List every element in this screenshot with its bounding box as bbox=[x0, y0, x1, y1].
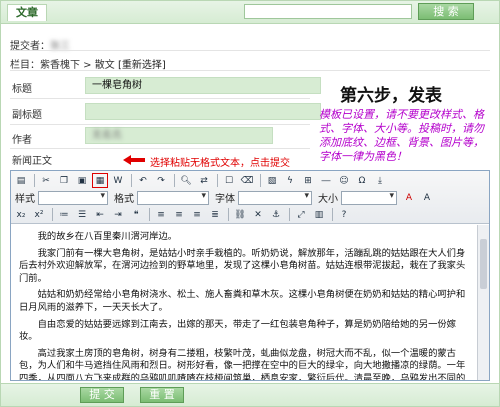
copy-icon[interactable]: ❐ bbox=[56, 173, 72, 188]
indent-icon[interactable]: ⇥ bbox=[110, 207, 126, 222]
body-label: 新闻正文 bbox=[12, 156, 52, 167]
paste-hint: 选择粘贴无格式文本，点击提交 bbox=[150, 158, 290, 169]
find-icon[interactable]: 🔍︎ bbox=[178, 173, 194, 188]
style-label: 样式 bbox=[15, 194, 35, 205]
author-value: 无名氏 bbox=[92, 130, 122, 141]
align-left-icon[interactable]: ≡ bbox=[153, 207, 169, 222]
divider bbox=[10, 148, 310, 149]
cut-icon[interactable]: ✂ bbox=[38, 173, 54, 188]
unlink-icon[interactable]: ✕ bbox=[250, 207, 266, 222]
separator bbox=[34, 174, 35, 187]
tab-article[interactable]: 文章 bbox=[7, 4, 47, 21]
scroll-thumb[interactable] bbox=[480, 239, 487, 289]
paste-word-icon[interactable]: W bbox=[110, 173, 126, 188]
paragraph: 自由恋爱的姑姑要远嫁到江南去，出嫁的那天，带走了一红包装皂角种子，算是奶奶陪给她… bbox=[19, 318, 456, 343]
align-justify-icon[interactable]: ≣ bbox=[207, 207, 223, 222]
style-select[interactable] bbox=[38, 190, 108, 205]
format-label: 格式 bbox=[114, 194, 134, 205]
rich-text-editor: ▤ ✂ ❐ ▣ ▦ W ↶ ↷ 🔍︎ ⇄ ☐ ⌫ ▧ ϟ ⊞ ― ☺ Ω ⤓ 样 bbox=[10, 170, 490, 381]
subtitle-label: 副标题 bbox=[12, 110, 42, 121]
separator bbox=[52, 208, 53, 221]
select-all-icon[interactable]: ☐ bbox=[221, 173, 237, 188]
undo-icon[interactable]: ↶ bbox=[135, 173, 151, 188]
template-note: 模板已设置，请不要更改样式、格式、字体、大小等。投稿时，请勿添加底纹、边框、背景… bbox=[319, 108, 484, 163]
smiley-icon[interactable]: ☺ bbox=[336, 173, 352, 188]
maximize-icon[interactable]: ⤢ bbox=[293, 207, 309, 222]
font-select[interactable] bbox=[238, 190, 312, 205]
divider bbox=[10, 70, 490, 71]
separator bbox=[217, 174, 218, 187]
numbered-list-icon[interactable]: ≔ bbox=[56, 207, 72, 222]
show-blocks-icon[interactable]: ▥ bbox=[311, 207, 327, 222]
paragraph: 高过我家土房顶的皂角树，树身有二搂粗，枝繁叶茂，虬曲似龙盘，树冠大而不乱，似一个… bbox=[19, 347, 466, 381]
bullet-list-icon[interactable]: ☰ bbox=[74, 207, 90, 222]
separator bbox=[131, 174, 132, 187]
divider bbox=[10, 98, 310, 99]
editor-toolbar: ▤ ✂ ❐ ▣ ▦ W ↶ ↷ 🔍︎ ⇄ ☐ ⌫ ▧ ϟ ⊞ ― ☺ Ω ⤓ 样 bbox=[11, 171, 489, 224]
paste-icon[interactable]: ▣ bbox=[74, 173, 90, 188]
toolbar-row-2: 样式 格式 字体 大小 A A bbox=[13, 189, 437, 206]
step-title: 第六步，发表 bbox=[340, 86, 442, 106]
toolbar-row-3: x₂ x² ≔ ☰ ⇤ ⇥ ❝ ≡ ≡ ≡ ≣ ⛓ ✕ ⚓ ⤢ ▥ ? bbox=[13, 206, 354, 223]
divider bbox=[10, 124, 310, 125]
divider bbox=[10, 50, 490, 51]
search-button[interactable]: 搜 索 bbox=[418, 3, 474, 20]
paragraph: 我的故乡在八百里秦川渭河岸边。 bbox=[37, 231, 178, 242]
title-field[interactable]: 一棵皂角树 bbox=[85, 77, 321, 94]
title-label: 标题 bbox=[12, 84, 32, 95]
submit-button[interactable]: 提 交 bbox=[80, 387, 124, 403]
text-color-icon[interactable]: A bbox=[401, 190, 417, 205]
red-arrow-icon bbox=[123, 155, 145, 165]
bg-color-icon[interactable]: A bbox=[419, 190, 435, 205]
special-char-icon[interactable]: Ω bbox=[354, 173, 370, 188]
redo-icon[interactable]: ↷ bbox=[153, 173, 169, 188]
blockquote-icon[interactable]: ❝ bbox=[128, 207, 144, 222]
separator bbox=[228, 208, 229, 221]
separator bbox=[332, 208, 333, 221]
horizontal-rule-icon[interactable]: ― bbox=[318, 173, 334, 188]
subtitle-field[interactable] bbox=[85, 103, 321, 120]
size-select[interactable] bbox=[341, 190, 397, 205]
font-label: 字体 bbox=[215, 194, 235, 205]
paragraph: 姑姑和奶奶经常给小皂角树浇水、松土、施人畜粪和草木灰。这棵小皂角树便在奶奶和姑姑… bbox=[19, 289, 466, 313]
author-field[interactable]: 无名氏 bbox=[85, 127, 273, 144]
separator bbox=[149, 208, 150, 221]
anchor-icon[interactable]: ⚓ bbox=[268, 207, 284, 222]
outdent-icon[interactable]: ⇤ bbox=[92, 207, 108, 222]
editor-content[interactable]: 我的故乡在八百里秦川渭河岸边。 我家门前有一棵大皂角树，是姑姑小时亲手栽植的。听… bbox=[11, 225, 477, 381]
page-break-icon[interactable]: ⤓ bbox=[372, 173, 388, 188]
paste-plain-text-icon[interactable]: ▦ bbox=[92, 173, 108, 188]
superscript-icon[interactable]: x² bbox=[31, 207, 47, 222]
paragraph: 我家门前有一棵大皂角树，是姑姑小时亲手栽植的。听奶奶说，解放那年，活蹦乱跳的姑姑… bbox=[19, 247, 466, 284]
source-icon[interactable]: ▤ bbox=[13, 173, 29, 188]
remove-format-icon[interactable]: ⌫ bbox=[239, 173, 255, 188]
editor-scrollbar[interactable] bbox=[477, 225, 489, 380]
author-label: 作者 bbox=[12, 135, 32, 146]
align-right-icon[interactable]: ≡ bbox=[189, 207, 205, 222]
separator bbox=[260, 174, 261, 187]
search-input[interactable] bbox=[244, 4, 412, 19]
separator bbox=[289, 208, 290, 221]
about-icon[interactable]: ? bbox=[336, 207, 352, 222]
align-center-icon[interactable]: ≡ bbox=[171, 207, 187, 222]
replace-icon[interactable]: ⇄ bbox=[196, 173, 212, 188]
toolbar-row-1: ▤ ✂ ❐ ▣ ▦ W ↶ ↷ 🔍︎ ⇄ ☐ ⌫ ▧ ϟ ⊞ ― ☺ Ω ⤓ bbox=[13, 172, 390, 189]
format-select[interactable] bbox=[137, 190, 209, 205]
separator bbox=[174, 174, 175, 187]
size-label: 大小 bbox=[318, 194, 338, 205]
subscript-icon[interactable]: x₂ bbox=[13, 207, 29, 222]
image-icon[interactable]: ▧ bbox=[264, 173, 280, 188]
bottom-bar bbox=[1, 383, 499, 406]
link-icon[interactable]: ⛓ bbox=[232, 207, 248, 222]
column-row: 栏目：紫香槐下 > 散文 [重新选择] bbox=[10, 56, 166, 71]
table-icon[interactable]: ⊞ bbox=[300, 173, 316, 188]
reset-button[interactable]: 重 置 bbox=[140, 387, 184, 403]
flash-icon[interactable]: ϟ bbox=[282, 173, 298, 188]
